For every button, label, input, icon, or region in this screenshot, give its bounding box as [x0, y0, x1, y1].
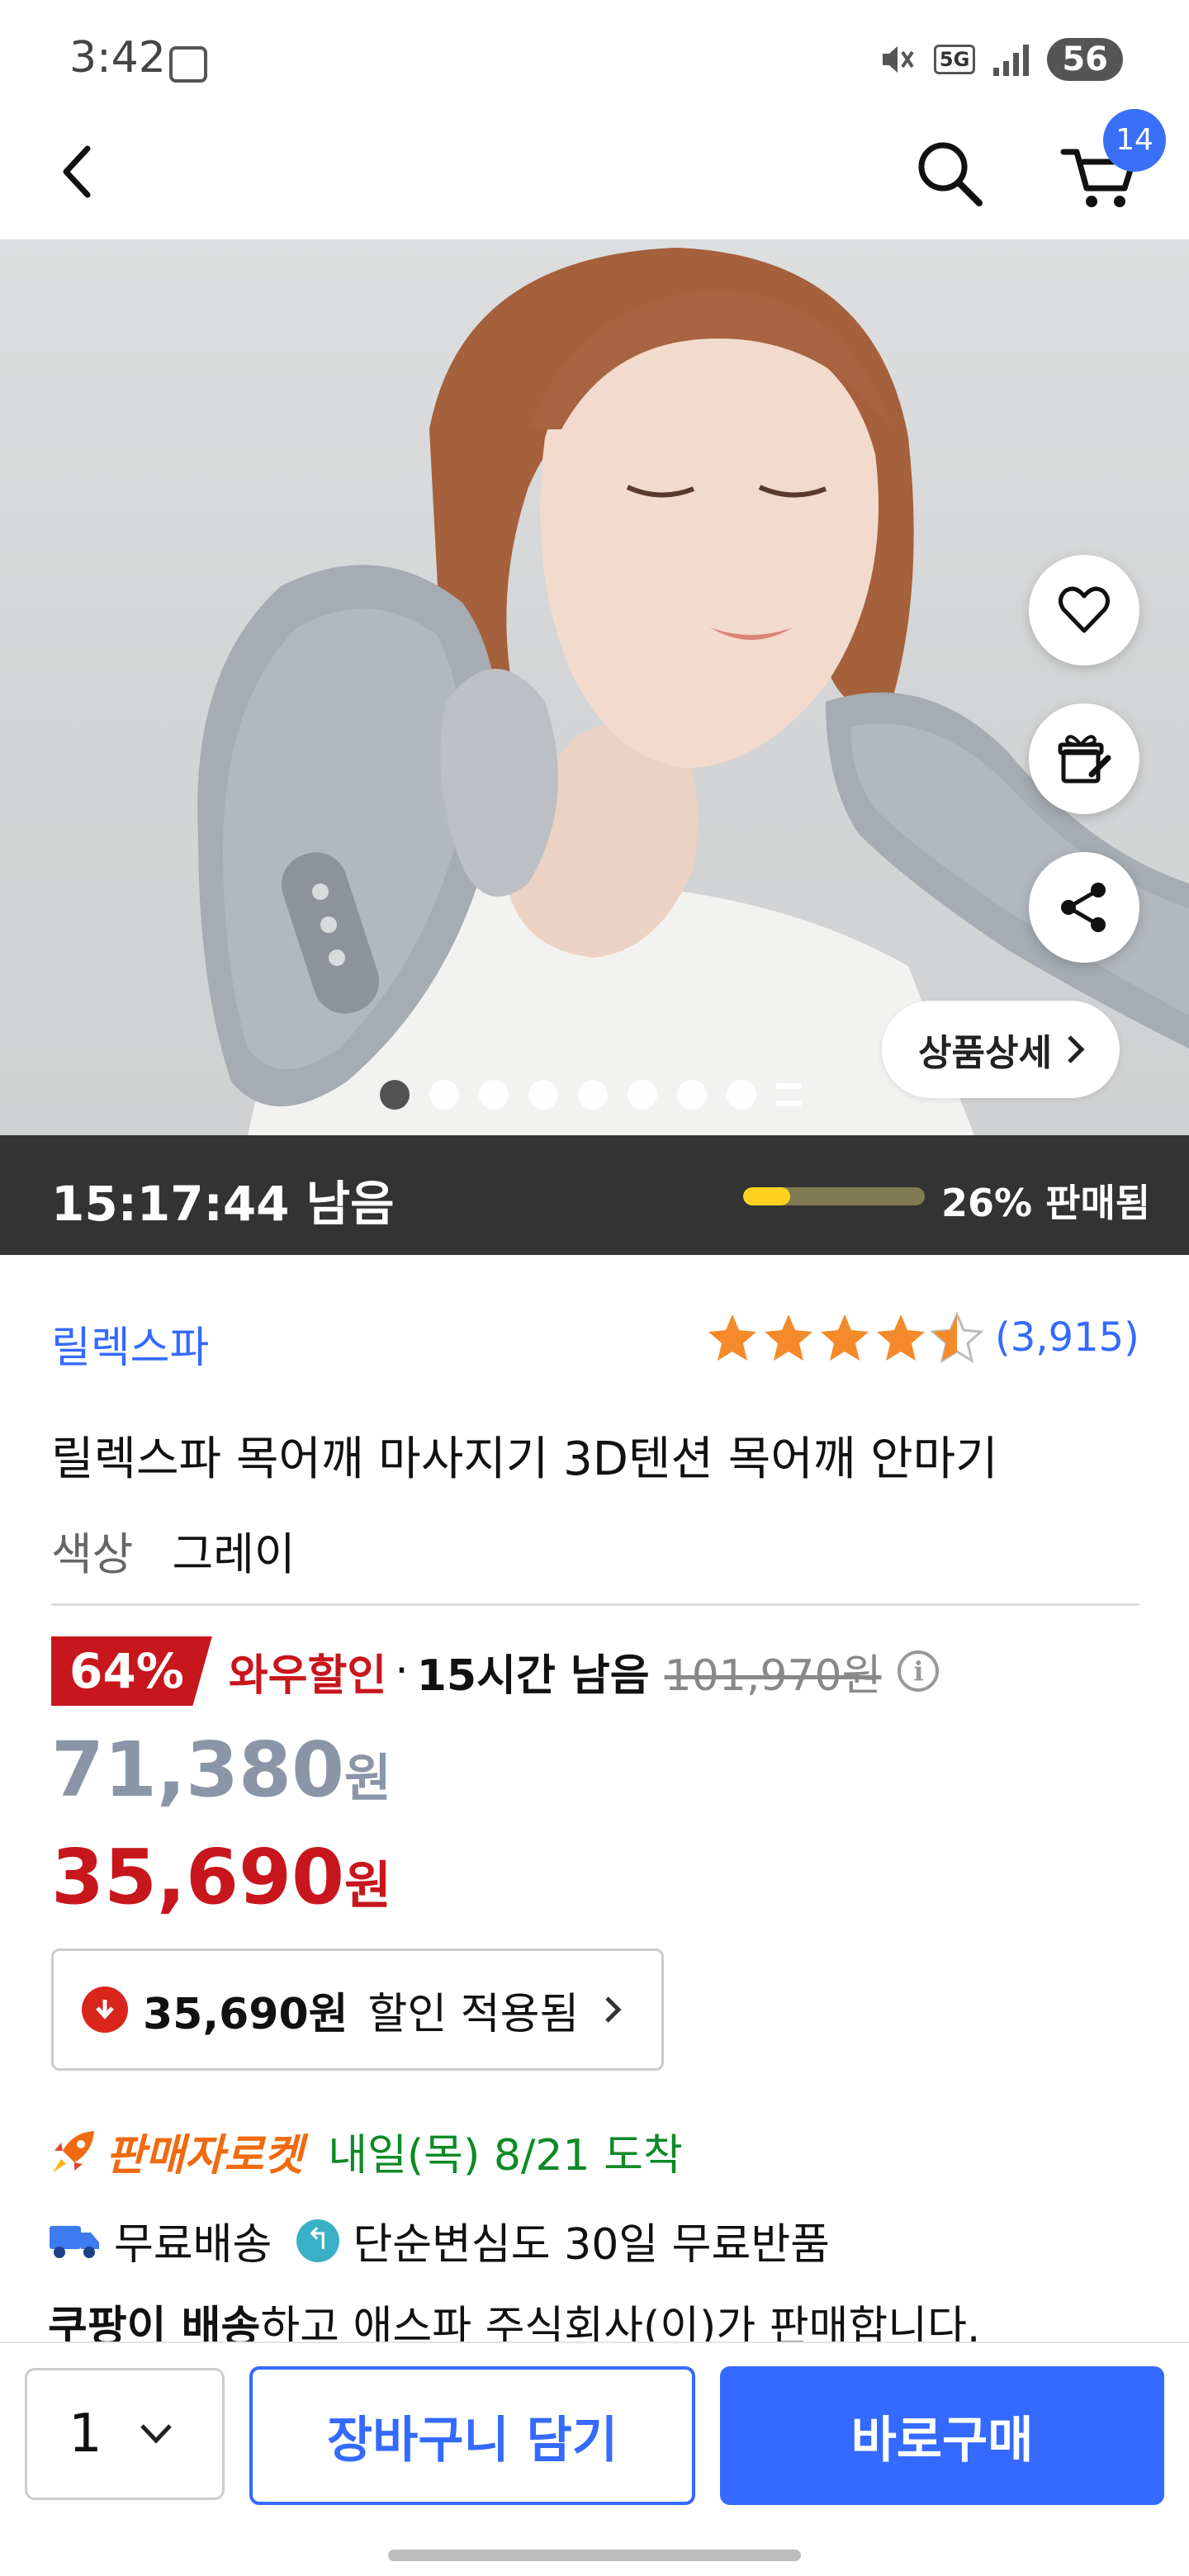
top-nav: [0, 124, 1189, 239]
carousel-dot[interactable]: [677, 1080, 707, 1110]
wow-discount-label: 와우할인: [228, 1650, 387, 1701]
carousel-more-icon: [776, 1083, 801, 1106]
truck-icon: [50, 2225, 99, 2258]
heart-icon: [1059, 586, 1110, 633]
discount-time-left: 15시간 남음: [416, 1650, 650, 1701]
price-before-coupon: 71,380원: [51, 1726, 391, 1814]
star-icon: [765, 1314, 812, 1361]
separator: ·: [395, 1646, 409, 1696]
carousel-dot[interactable]: [380, 1080, 410, 1110]
buy-now-button[interactable]: 바로구매: [720, 2366, 1164, 2505]
product-image-carousel[interactable]: 상품상세: [0, 239, 1189, 1135]
down-arrow-icon: [82, 1986, 128, 2033]
signal-icon: [993, 43, 1030, 76]
cart-count-badge: 14: [1103, 109, 1166, 172]
discount-badge: 64%: [51, 1636, 212, 1706]
network-5g-icon: 5G: [933, 45, 976, 74]
home-indicator[interactable]: [388, 2550, 801, 2561]
original-price: 101,970원: [664, 1650, 882, 1701]
battery-icon: 56: [1047, 38, 1123, 81]
back-icon[interactable]: [41, 134, 116, 208]
star-icon: [877, 1314, 925, 1361]
deal-timer-bar: 15:17:44 남음 26% 판매됨: [0, 1135, 1189, 1255]
carousel-dot[interactable]: [479, 1080, 509, 1110]
coupon-amount: 35,690원: [143, 1989, 348, 2039]
carousel-dot[interactable]: [628, 1080, 657, 1110]
chevron-right-icon: [1068, 1035, 1085, 1063]
bottom-action-bar: 1 장바구니 담기 바로구매: [0, 2342, 1189, 2576]
quantity-select[interactable]: 1: [25, 2368, 225, 2500]
product-detail-label: 상품상세: [918, 1032, 1052, 1074]
free-return: 단순변심도 30일 무료반품: [353, 2220, 831, 2270]
divider: [51, 1603, 1139, 1606]
color-value: 그레이: [172, 1528, 296, 1580]
product-detail-button[interactable]: 상품상세: [882, 1001, 1120, 1098]
info-icon[interactable]: i: [898, 1650, 940, 1692]
carousel-dot[interactable]: [578, 1080, 608, 1110]
rocket-label: 판매자로켓: [106, 2131, 304, 2181]
delivery-row: 판매자로켓 내일(목) 8/21 도착: [48, 2120, 683, 2182]
price-before-value: 71,380: [51, 1726, 345, 1814]
brand-link[interactable]: 릴렉스파: [51, 1313, 209, 1375]
mute-icon: [882, 46, 914, 73]
gift-icon: [1058, 735, 1111, 784]
sale-price: 35,690원: [51, 1833, 391, 1921]
share-icon: [1061, 883, 1106, 932]
status-bar: 3:42 5G 56: [0, 0, 1189, 124]
shipping-row: 무료배송 ↰ 단순변심도 30일 무료반품: [48, 2209, 830, 2271]
sold-progress-bar: [743, 1187, 925, 1205]
carousel-dot[interactable]: [727, 1080, 756, 1110]
coupon-text: 할인 적용됨: [367, 1989, 580, 2039]
carousel-dot[interactable]: [429, 1080, 459, 1110]
price-before-unit: 원: [344, 1748, 392, 1808]
star-icon: [821, 1314, 869, 1361]
share-button[interactable]: [1029, 852, 1139, 963]
carousel-dots: [380, 1080, 801, 1110]
arrival-date: 내일(목) 8/21 도착: [328, 2131, 683, 2181]
rating[interactable]: (3,915): [706, 1311, 1139, 1364]
status-time: 3:42: [69, 33, 166, 83]
sold-progress-fill: [743, 1187, 791, 1205]
review-count: (3,915): [995, 1314, 1139, 1361]
add-to-cart-button[interactable]: 장바구니 담기: [249, 2366, 695, 2505]
color-label: 색상: [51, 1528, 134, 1580]
sale-price-value: 35,690: [51, 1833, 345, 1921]
rocket-icon: [53, 2130, 94, 2172]
return-icon: ↰: [296, 2218, 340, 2262]
search-icon[interactable]: [908, 132, 991, 215]
quantity-value: 1: [69, 2403, 102, 2465]
color-option: 색상 그레이: [51, 1518, 296, 1583]
screenshot-icon: [169, 46, 207, 83]
sale-price-unit: 원: [344, 1855, 392, 1915]
coupon-applied-button[interactable]: 35,690원 할인 적용됨: [51, 1949, 664, 2071]
chevron-down-icon: [140, 2424, 172, 2444]
gift-button[interactable]: [1029, 703, 1139, 814]
wishlist-button[interactable]: [1029, 555, 1139, 665]
carousel-dot[interactable]: [528, 1080, 558, 1110]
half-star-icon: [931, 1311, 983, 1364]
free-shipping: 무료배송: [114, 2220, 272, 2270]
deal-timer: 15:17:44 남음: [51, 1176, 395, 1232]
chevron-right-icon: [605, 1996, 622, 2023]
status-icons: 5G 56: [878, 38, 1123, 81]
product-title: 릴렉스파 목어깨 마사지기 3D텐션 목어깨 안마기: [51, 1432, 998, 1486]
sold-percent-text: 26% 판매됨: [941, 1181, 1151, 1225]
star-icon: [708, 1314, 756, 1361]
discount-row: 64% 와우할인 · 15시간 남음 101,970원 i: [51, 1636, 940, 1706]
